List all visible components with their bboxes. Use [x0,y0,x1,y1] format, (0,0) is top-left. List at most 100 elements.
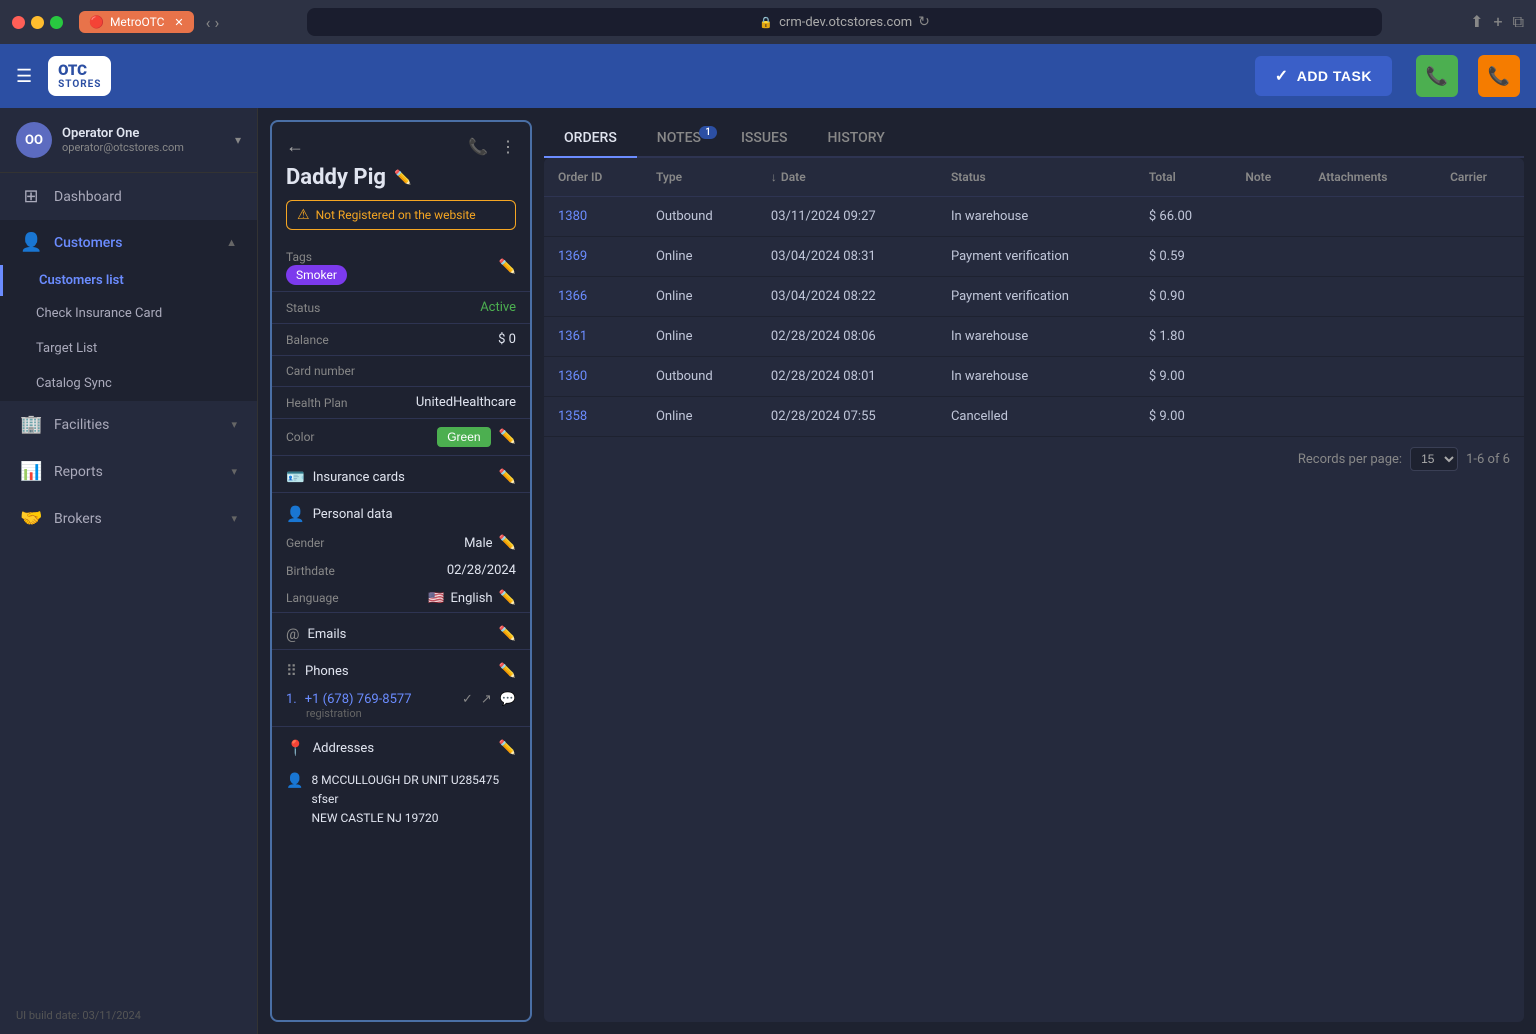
cell-order-id[interactable]: 1369 [544,237,642,277]
table-row[interactable]: 1366 Online 03/04/2024 08:22 Payment ver… [544,277,1524,317]
reload-icon[interactable]: ↻ [918,14,930,30]
cell-date: 03/04/2024 08:22 [757,277,937,317]
sidebar-item-facilities[interactable]: 🏢 Facilities ▾ [0,401,257,448]
tab-issues[interactable]: ISSUES [721,120,807,156]
per-page-select[interactable]: 15 25 50 [1410,447,1458,471]
cell-order-id[interactable]: 1380 [544,197,642,237]
color-label: Color [286,430,314,444]
facilities-icon: 🏢 [20,414,42,435]
edit-insurance-icon[interactable]: ✏️ [499,469,516,485]
edit-phones-icon[interactable]: ✏️ [499,663,516,679]
edit-tags-icon[interactable]: ✏️ [499,259,516,275]
cell-attachments [1304,277,1436,317]
user-name: Operator One [62,126,225,141]
user-email: operator@otcstores.com [62,141,225,154]
fullscreen-button[interactable] [50,16,63,29]
col-order-id: Order ID [544,158,642,197]
share-icon[interactable]: ⬆ [1470,12,1483,32]
check-insurance-label: Check Insurance Card [36,306,162,321]
table-row[interactable]: 1369 Online 03/04/2024 08:31 Payment ver… [544,237,1524,277]
phone-outgoing-button[interactable]: 📞 [1478,55,1520,97]
col-total: Total [1135,158,1232,197]
order-link[interactable]: 1366 [558,289,587,304]
sidebar-item-reports[interactable]: 📊 Reports ▾ [0,448,257,495]
reports-icon: 📊 [20,461,42,482]
edit-color-icon[interactable]: ✏️ [499,429,516,445]
phone-icon[interactable]: 📞 [468,137,488,156]
edit-name-icon[interactable]: ✏️ [394,170,411,186]
tab-notes[interactable]: NOTES 1 [637,120,721,156]
edit-emails-icon[interactable]: ✏️ [499,626,516,642]
url-bar[interactable]: 🔒 crm-dev.otcstores.com ↻ [307,8,1382,36]
more-options-icon[interactable]: ⋮ [500,137,516,156]
close-button[interactable] [12,16,25,29]
table-row[interactable]: 1360 Outbound 02/28/2024 08:01 In wareho… [544,357,1524,397]
sidebar-item-check-insurance[interactable]: Check Insurance Card [0,296,257,331]
back-arrow-icon[interactable]: ‹ [206,13,211,32]
order-link[interactable]: 1380 [558,209,587,224]
table-row[interactable]: 1380 Outbound 03/11/2024 09:27 In wareho… [544,197,1524,237]
cell-attachments [1304,317,1436,357]
health-plan-value: UnitedHealthcare [416,395,516,410]
url-text: crm-dev.otcstores.com [779,15,912,30]
cell-status: In warehouse [937,197,1135,237]
reports-arrow-icon: ▾ [231,465,237,478]
hamburger-menu-icon[interactable]: ☰ [16,66,32,87]
address-line1: 8 MCCULLOUGH DR UNIT U285475 [311,771,499,790]
tags-label: Tags [286,250,347,264]
cell-order-id[interactable]: 1358 [544,397,642,437]
back-button[interactable]: ← [286,136,304,157]
sidebar-item-customers-list[interactable]: Customers list [0,265,257,296]
new-tab-icon[interactable]: + [1493,12,1502,32]
tag-pill[interactable]: Smoker [286,265,347,285]
user-section[interactable]: OO Operator One operator@otcstores.com ▾ [0,108,257,173]
cell-order-id[interactable]: 1360 [544,357,642,397]
color-value-button[interactable]: Green [437,427,490,447]
order-link[interactable]: 1360 [558,369,587,384]
col-date[interactable]: ↓Date [757,158,937,197]
sidebar-item-target-list[interactable]: Target List [0,331,257,366]
phone-incoming-button[interactable]: 📞 [1416,55,1458,97]
cell-carrier [1436,397,1524,437]
titlebar: 🔴 MetroOTC ✕ ‹ › 🔒 crm-dev.otcstores.com… [0,0,1536,44]
orders-table-container: Order ID Type ↓Date Status Total Note At… [544,158,1524,1022]
phone-message-icon[interactable]: 💬 [500,692,516,707]
brokers-arrow-icon: ▾ [231,512,237,525]
cell-order-id[interactable]: 1366 [544,277,642,317]
cell-attachments [1304,237,1436,277]
order-link[interactable]: 1369 [558,249,587,264]
sidebar-item-brokers[interactable]: 🤝 Brokers ▾ [0,495,257,542]
gender-row: Gender Male ✏️ [272,529,530,557]
traffic-lights[interactable] [12,16,63,29]
order-link[interactable]: 1358 [558,409,587,424]
user-chevron-icon: ▾ [235,133,241,147]
tab-close-icon[interactable]: ✕ [174,16,183,29]
add-task-button[interactable]: ✓ ADD TASK [1255,56,1392,96]
cell-total: $ 9.00 [1135,397,1232,437]
edit-addresses-icon[interactable]: ✏️ [499,740,516,756]
nav-arrows[interactable]: ‹ › [206,13,220,32]
col-note: Note [1231,158,1304,197]
phone-in-icon: 📞 [1426,66,1448,87]
phone-edit-icon[interactable]: ↗ [481,692,492,707]
edit-gender-icon[interactable]: ✏️ [499,535,516,551]
order-link[interactable]: 1361 [558,329,587,344]
sidebar-item-catalog-sync[interactable]: Catalog Sync [0,366,257,401]
phone-verify-icon[interactable]: ✓ [462,692,473,707]
forward-arrow-icon[interactable]: › [214,13,219,32]
balance-label: Balance [286,333,329,347]
minimize-button[interactable] [31,16,44,29]
phone-registration-text: registration [286,707,516,720]
content-area: ← 📞 ⋮ Daddy Pig ✏️ ⚠ Not Registered on t… [258,108,1536,1034]
target-list-label: Target List [36,341,97,356]
table-row[interactable]: 1358 Online 02/28/2024 07:55 Cancelled $… [544,397,1524,437]
sidebar-item-dashboard[interactable]: ⊞ Dashboard [0,173,257,220]
tab-orders[interactable]: ORDERS [544,120,637,158]
browser-tab[interactable]: 🔴 MetroOTC ✕ [79,11,194,33]
tab-history[interactable]: HISTORY [807,120,904,156]
windows-icon[interactable]: ⧉ [1513,12,1524,32]
table-row[interactable]: 1361 Online 02/28/2024 08:06 In warehous… [544,317,1524,357]
sidebar-item-customers[interactable]: 👤 Customers ▲ [0,220,257,265]
edit-language-icon[interactable]: ✏️ [499,590,516,606]
cell-order-id[interactable]: 1361 [544,317,642,357]
